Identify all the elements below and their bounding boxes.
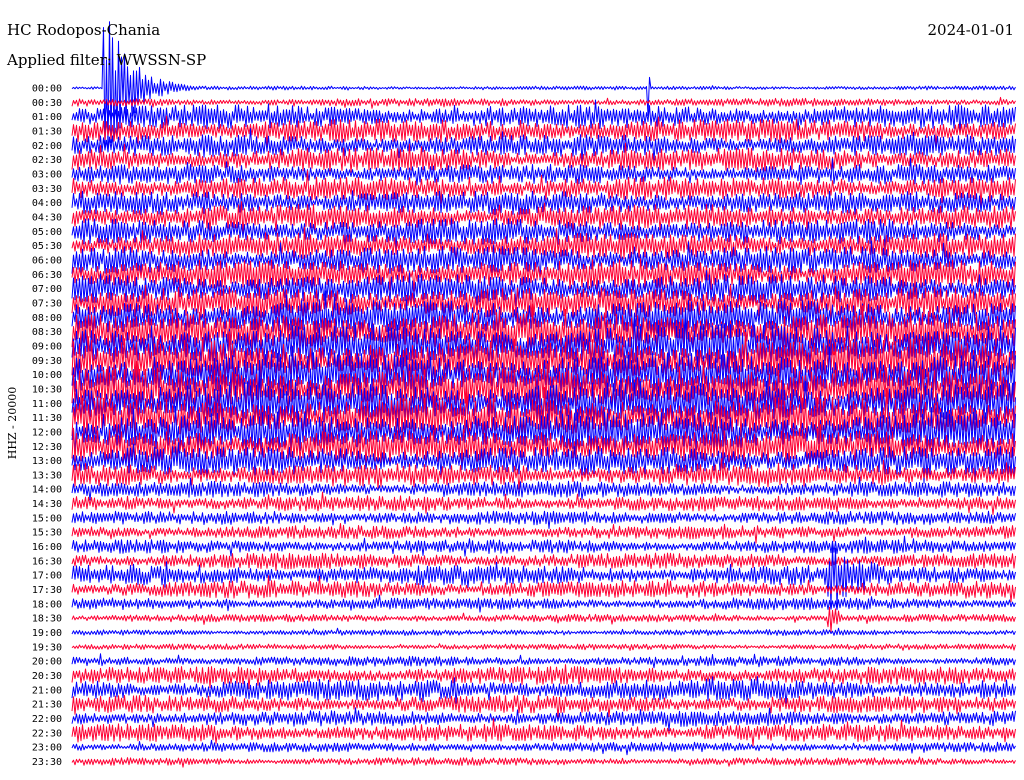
row-time-label: 05:00: [32, 227, 62, 238]
row-time-label: 16:30: [32, 556, 62, 567]
row-time-label: 14:00: [32, 485, 62, 496]
trace-row-1530: [71, 523, 1016, 544]
trace-row-2000: [71, 653, 1016, 669]
trace-row-1800: [71, 594, 1016, 613]
row-time-label: 14:30: [32, 499, 62, 510]
row-time-label: 06:00: [32, 255, 62, 266]
row-time-label: 08:00: [32, 313, 62, 324]
seismic-traces: [71, 21, 1016, 768]
filter-label: Applied filter: WWSSN-SP: [7, 51, 207, 69]
row-time-label: 20:00: [32, 657, 62, 668]
row-time-label: 13:00: [32, 456, 62, 467]
trace-row-2300: [71, 739, 1016, 756]
trace-row-2130: [71, 694, 1016, 719]
row-time-label: 17:00: [32, 571, 62, 582]
row-time-label: 23:00: [32, 743, 62, 754]
row-time-label: 12:30: [32, 442, 62, 453]
trace-row-2230: [71, 718, 1016, 747]
row-time-label: 19:30: [32, 642, 62, 653]
row-time-label: 12:00: [32, 427, 62, 438]
row-time-label: 17:30: [32, 585, 62, 596]
row-time-label: 05:30: [32, 241, 62, 252]
row-time-label: 00:30: [32, 98, 62, 109]
date-label: 2024-01-01: [927, 21, 1014, 39]
row-time-label: 11:00: [32, 399, 62, 410]
trace-row-2330: [71, 756, 1016, 768]
trace-row-1830: [71, 606, 1016, 633]
row-time-label: 01:00: [32, 112, 62, 123]
row-time-label: 15:00: [32, 513, 62, 524]
row-time-label: 13:30: [32, 470, 62, 481]
row-time-label: 19:00: [32, 628, 62, 639]
row-time-label: 15:30: [32, 528, 62, 539]
trace-row-1930: [71, 643, 1016, 651]
row-time-label: 10:30: [32, 384, 62, 395]
row-time-label: 04:00: [32, 198, 62, 209]
trace-row-2030: [71, 664, 1016, 690]
row-time-label: 02:30: [32, 155, 62, 166]
row-time-label: 00:00: [32, 84, 62, 95]
row-time-label: 04:30: [32, 212, 62, 223]
time-axis-labels: 00:00 00:30 01:00 01:30 02:00 02:30 03:00 03:30…: [32, 84, 62, 769]
row-time-label: 11:30: [32, 413, 62, 424]
helicorder-view: 00:00 00:30 01:00 01:30 02:00 02:30 03:00 03:30…: [0, 0, 1024, 780]
helicorder-chart: 00:00 00:30 01:00 01:30 02:00 02:30 03:00 03:30…: [6, 21, 1016, 769]
station-title: HC Rodopos-Chania: [7, 21, 161, 39]
row-time-label: 16:00: [32, 542, 62, 553]
row-time-label: 22:30: [32, 728, 62, 739]
trace-row-0030: [71, 96, 1016, 109]
trace-row-1400: [71, 476, 1016, 501]
row-time-label: 22:00: [32, 714, 62, 725]
row-time-label: 21:00: [32, 685, 62, 696]
row-time-label: 21:30: [32, 700, 62, 711]
row-time-label: 06:30: [32, 270, 62, 281]
row-time-label: 18:30: [32, 614, 62, 625]
row-time-label: 10:00: [32, 370, 62, 381]
row-time-label: 07:00: [32, 284, 62, 295]
trace-row-1500: [71, 510, 1016, 529]
row-time-label: 01:30: [32, 126, 62, 137]
trace-row-1600: [71, 535, 1016, 557]
row-time-label: 08:30: [32, 327, 62, 338]
row-time-label: 07:30: [32, 298, 62, 309]
row-time-label: 03:30: [32, 184, 62, 195]
trace-row-1900: [71, 627, 1016, 636]
row-time-label: 02:00: [32, 141, 62, 152]
trace-row-1700: [71, 545, 1016, 608]
row-time-label: 09:00: [32, 341, 62, 352]
row-time-label: 20:30: [32, 671, 62, 682]
row-time-label: 03:00: [32, 169, 62, 180]
row-time-label: 09:30: [32, 356, 62, 367]
channel-axis-label: HHZ - 20000: [6, 387, 19, 460]
row-time-label: 18:00: [32, 599, 62, 610]
row-time-label: 23:30: [32, 757, 62, 768]
